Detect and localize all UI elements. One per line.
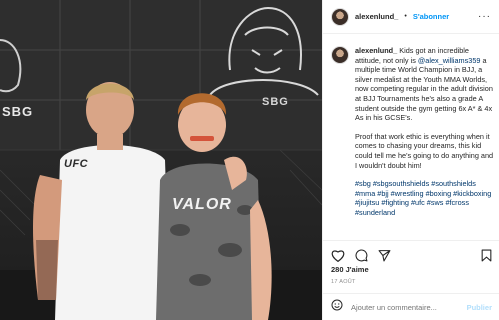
- caption-avatar[interactable]: [331, 46, 349, 64]
- avatar[interactable]: [331, 7, 349, 26]
- post-sidebar: alexenlund_ • S'abonner ··· alexenlund_ …: [322, 0, 499, 320]
- comment-bar: Publier: [323, 293, 499, 320]
- comment-icon[interactable]: [355, 249, 368, 262]
- heart-icon[interactable]: [331, 249, 345, 262]
- caption-text: alexenlund_ Kids got an incredible attit…: [355, 46, 496, 218]
- comment-input[interactable]: [351, 302, 459, 312]
- gym-wall-background: [0, 0, 322, 320]
- caption: alexenlund_ Kids got an incredible attit…: [331, 46, 496, 218]
- share-icon[interactable]: [378, 249, 391, 262]
- caption-username[interactable]: alexenlund_: [355, 46, 397, 55]
- follow-button[interactable]: S'abonner: [413, 12, 449, 21]
- caption-body: a multiple time World Champion in BJJ, a…: [355, 55, 493, 123]
- post-photo[interactable]: SBG SBG UFC VALOR: [0, 0, 322, 320]
- caption-mention-link[interactable]: @alex_williams359: [418, 56, 481, 65]
- caption-scroll-area[interactable]: alexenlund_ Kids got an incredible attit…: [331, 42, 496, 239]
- wall-logo-right: SBG: [262, 96, 289, 108]
- shirt-logo-valor: VALOR: [172, 196, 232, 213]
- emoji-icon[interactable]: [331, 298, 343, 316]
- more-icon[interactable]: ···: [478, 11, 491, 22]
- caption-paragraph-2: Proof that work ethic is everything when…: [355, 131, 494, 170]
- shirt-logo-ufc: UFC: [64, 158, 89, 170]
- like-count[interactable]: 280 J'aime: [331, 265, 369, 274]
- separator-dot: •: [404, 13, 407, 20]
- publish-button[interactable]: Publier: [467, 303, 492, 312]
- wall-logo-left: SBG: [2, 104, 34, 119]
- post-date: 17 AOÛT: [331, 279, 356, 285]
- bookmark-icon[interactable]: [481, 249, 492, 262]
- caption-hashtags[interactable]: #sbg #sbgsouthshields #southshields #mma…: [355, 179, 496, 217]
- post-header: alexenlund_ • S'abonner ···: [323, 0, 499, 34]
- username-link[interactable]: alexenlund_: [355, 12, 398, 21]
